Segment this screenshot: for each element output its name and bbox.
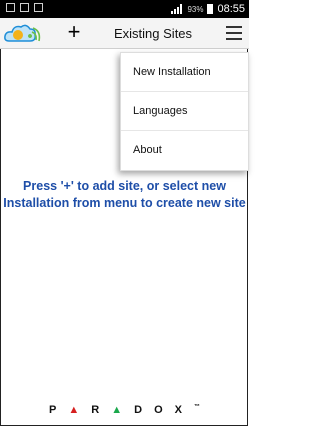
brand-triangle-red: ▲ bbox=[68, 404, 92, 416]
brand-letter: P bbox=[49, 404, 69, 416]
page-title: Existing Sites bbox=[114, 26, 193, 41]
brand-letter: X bbox=[174, 404, 194, 416]
trademark-symbol: ™ bbox=[193, 404, 200, 411]
brand-triangle-green: ▲ bbox=[111, 404, 135, 416]
status-bar: 93% 08:55 bbox=[0, 0, 249, 18]
app-bar: + Existing Sites bbox=[0, 18, 249, 49]
notification-icon bbox=[6, 3, 15, 12]
notification-icon bbox=[20, 3, 29, 12]
brand-letter: R bbox=[91, 404, 112, 416]
overflow-menu: New Installation Languages About bbox=[120, 52, 249, 171]
signal-icon bbox=[171, 4, 183, 14]
brand-letter: D bbox=[134, 404, 155, 416]
menu-item-new-installation[interactable]: New Installation bbox=[121, 53, 248, 92]
clock: 08:55 bbox=[217, 3, 245, 15]
empty-state-message: Press '+' to add site, or select new Ins… bbox=[3, 179, 246, 210]
battery-percent: 93% bbox=[187, 4, 204, 14]
notification-icon bbox=[34, 3, 43, 12]
add-site-button[interactable]: + bbox=[62, 21, 86, 45]
menu-item-languages[interactable]: Languages bbox=[121, 92, 248, 131]
hamburger-menu-icon[interactable] bbox=[226, 26, 242, 40]
paradox-logo: P▲R▲DOX™ bbox=[0, 404, 249, 416]
menu-item-about[interactable]: About bbox=[121, 131, 248, 170]
cloud-wifi-logo-icon[interactable] bbox=[3, 21, 41, 45]
brand-letter: O bbox=[154, 404, 175, 416]
battery-icon bbox=[207, 4, 214, 14]
